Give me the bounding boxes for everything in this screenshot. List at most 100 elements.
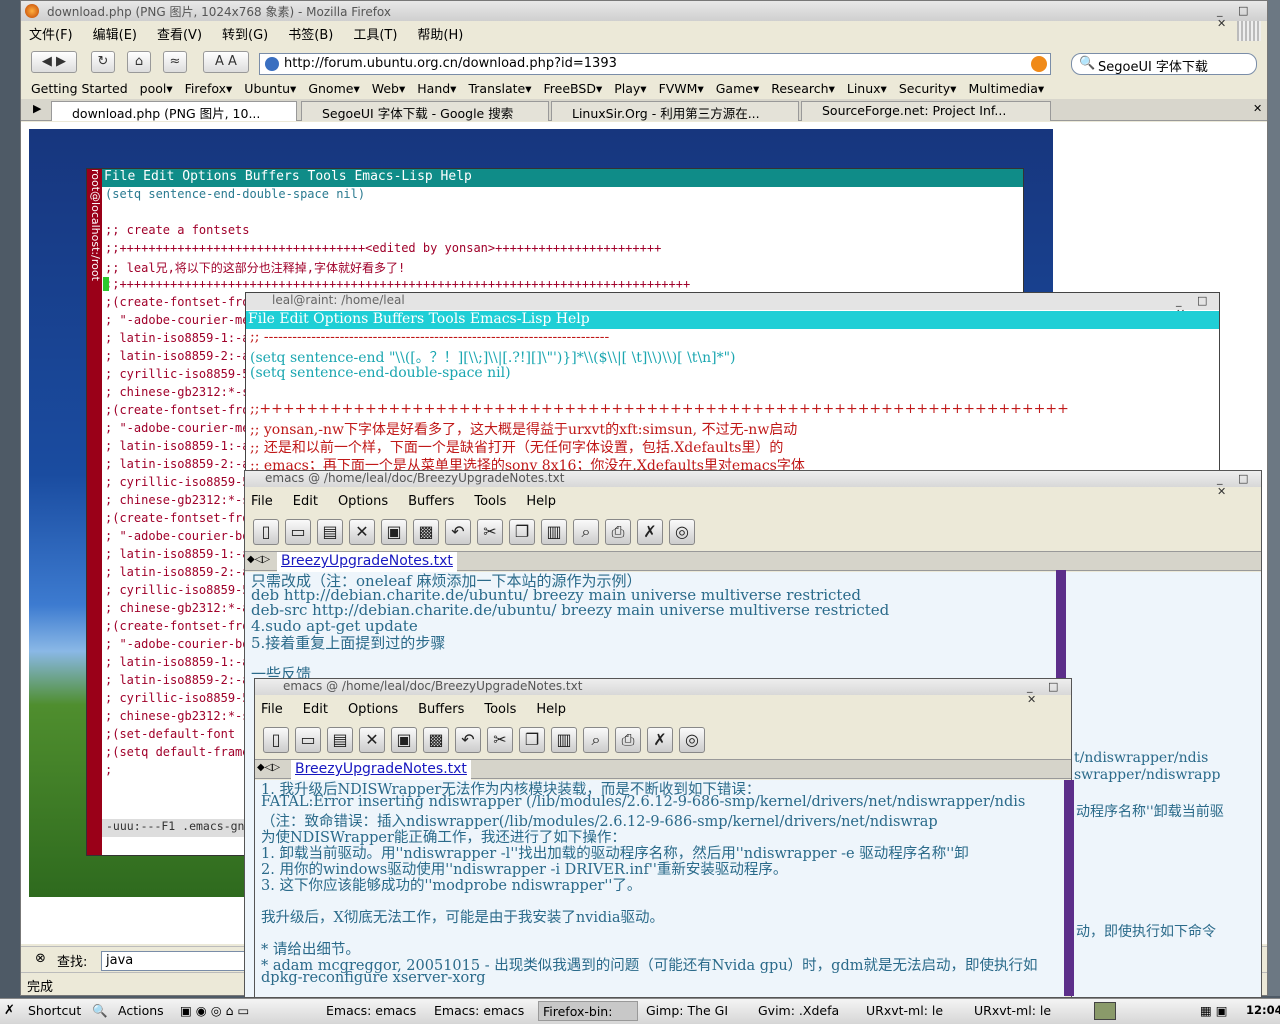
cut-icon[interactable]: ✂: [477, 519, 503, 545]
search-icon[interactable]: 🔍: [92, 1003, 108, 1019]
menu-options[interactable]: Options: [338, 494, 388, 513]
menu-buffers[interactable]: Buffers: [408, 494, 454, 513]
launcher-icons[interactable]: ▣◉◎⌂▭: [180, 1003, 253, 1018]
emacs-menu-bar[interactable]: File Edit Options Buffers Tools Emacs-Li…: [102, 169, 1023, 187]
window-controls[interactable]: _ □ ✕: [1217, 472, 1261, 498]
pager-icon[interactable]: [1094, 1002, 1116, 1020]
reload-icon[interactable]: ↻: [91, 51, 115, 73]
menu-help[interactable]: 帮助(H): [417, 24, 463, 45]
rss-icon[interactable]: ≈: [163, 51, 187, 73]
open-folder-icon[interactable]: ▭: [285, 519, 311, 545]
paste-icon[interactable]: ▥: [551, 727, 577, 753]
tab-nav-icon[interactable]: ◆◁▷: [257, 762, 280, 773]
bookmark-item[interactable]: pool▾: [140, 81, 173, 99]
text-size-buttons[interactable]: A A: [203, 51, 249, 73]
menu-buffers[interactable]: Buffers: [418, 702, 464, 721]
task-emacs-2[interactable]: Emacs: emacs: [430, 1001, 534, 1021]
task-gimp[interactable]: Gimp: The GI: [642, 1001, 746, 1021]
save-as-icon[interactable]: ▩: [423, 727, 449, 753]
print-icon[interactable]: ⎙: [605, 519, 631, 545]
bookmark-item[interactable]: FVWM▾: [659, 81, 704, 99]
bookmark-item[interactable]: Hand▾: [417, 81, 456, 99]
open-folder-icon[interactable]: ▭: [295, 727, 321, 753]
actions-menu[interactable]: Actions: [118, 1003, 164, 1018]
dired-icon[interactable]: ▤: [317, 519, 343, 545]
bookmark-item[interactable]: Play▾: [614, 81, 646, 99]
bookmark-item[interactable]: FreeBSD▾: [544, 81, 603, 99]
bookmark-item[interactable]: Getting Started: [31, 81, 128, 99]
go-icon[interactable]: [1031, 56, 1047, 72]
menu-tools[interactable]: 工具(T): [353, 24, 397, 45]
tab-google[interactable]: SegoeUI 字体下载 - Google 搜索: [301, 101, 549, 121]
menu-help[interactable]: Help: [536, 702, 566, 721]
search-icon[interactable]: ⌕: [583, 727, 609, 753]
new-file-icon[interactable]: ▯: [263, 727, 289, 753]
shortcut-icon[interactable]: ✗: [4, 1003, 15, 1018]
buffer-tab[interactable]: BreezyUpgradeNotes.txt: [291, 760, 471, 780]
close-find-icon[interactable]: ⊗: [35, 951, 46, 966]
tab-download[interactable]: download.php (PNG 图片, 10...: [51, 101, 297, 121]
undo-icon[interactable]: ↶: [455, 727, 481, 753]
menu-edit[interactable]: Edit: [293, 494, 318, 513]
save-as-icon[interactable]: ▩: [413, 519, 439, 545]
menu-tools[interactable]: Tools: [484, 702, 516, 721]
bookmark-item[interactable]: Firefox▾: [185, 81, 233, 99]
task-urxvt-1[interactable]: URxvt-ml: le: [862, 1001, 966, 1021]
tab-nav-icon[interactable]: ◆◁▷: [247, 554, 270, 565]
bookmark-item[interactable]: Ubuntu▾: [244, 81, 296, 99]
task-firefox[interactable]: Firefox-bin:: [538, 1001, 638, 1021]
customize-icon[interactable]: ✗: [647, 727, 673, 753]
print-icon[interactable]: ⎙: [615, 727, 641, 753]
help-icon[interactable]: ◎: [679, 727, 705, 753]
search-icon[interactable]: ⌕: [573, 519, 599, 545]
undo-icon[interactable]: ↶: [445, 519, 471, 545]
menu-file[interactable]: 文件(F): [29, 24, 73, 45]
bookmark-item[interactable]: Research▾: [771, 81, 835, 99]
help-icon[interactable]: ◎: [669, 519, 695, 545]
task-gvim[interactable]: Gvim: .Xdefa: [754, 1001, 858, 1021]
bookmark-item[interactable]: Linux▾: [847, 81, 887, 99]
bookmark-item[interactable]: Game▾: [716, 81, 760, 99]
kill-buffer-icon[interactable]: ✕: [359, 727, 385, 753]
tab-linuxsir[interactable]: LinuxSir.Org - 利用第三方源在...: [551, 101, 799, 121]
menu-file[interactable]: File: [251, 494, 273, 513]
menu-tools[interactable]: Tools: [474, 494, 506, 513]
menu-bookmarks[interactable]: 书签(B): [288, 24, 333, 45]
search-input[interactable]: SegoeUI 字体下载: [1071, 53, 1257, 75]
shortcut-menu[interactable]: Shortcut: [28, 1003, 81, 1018]
find-input[interactable]: java: [101, 951, 251, 971]
save-icon[interactable]: ▣: [391, 727, 417, 753]
menu-go[interactable]: 转到(G): [222, 24, 268, 45]
bookmark-item[interactable]: Multimedia▾: [968, 81, 1044, 99]
window-controls[interactable]: _ □ ✕: [1027, 680, 1071, 706]
home-icon[interactable]: ⌂: [127, 51, 151, 73]
back-button[interactable]: ◀ ▶: [31, 51, 77, 73]
menu-edit[interactable]: Edit: [303, 702, 328, 721]
dired-icon[interactable]: ▤: [327, 727, 353, 753]
task-urxvt-2[interactable]: URxvt-ml: le: [970, 1001, 1074, 1021]
menu-view[interactable]: 查看(V): [157, 24, 202, 45]
menu-help[interactable]: Help: [526, 494, 556, 513]
save-icon[interactable]: ▣: [381, 519, 407, 545]
copy-icon[interactable]: ❐: [509, 519, 535, 545]
paste-icon[interactable]: ▥: [541, 519, 567, 545]
new-file-icon[interactable]: ▯: [253, 519, 279, 545]
tab-scroll-icon[interactable]: ▶: [33, 102, 41, 115]
buffer-tab[interactable]: BreezyUpgradeNotes.txt: [277, 552, 457, 572]
customize-icon[interactable]: ✗: [637, 519, 663, 545]
copy-icon[interactable]: ❐: [519, 727, 545, 753]
scrollbar[interactable]: [1064, 780, 1074, 996]
bookmark-item[interactable]: Security▾: [899, 81, 957, 99]
task-emacs-1[interactable]: Emacs: emacs: [322, 1001, 426, 1021]
tab-sourceforge[interactable]: SourceForge.net: Project Inf...: [801, 101, 1051, 121]
close-tab-icon[interactable]: ✕: [1253, 102, 1262, 115]
url-input[interactable]: http://forum.ubuntu.org.cn/download.php?…: [259, 53, 1051, 75]
menu-file[interactable]: File: [261, 702, 283, 721]
bookmark-item[interactable]: Translate▾: [468, 81, 531, 99]
emacs-menu-bar[interactable]: File Edit Options Buffers Tools Emacs-Li…: [246, 311, 1219, 329]
menu-edit[interactable]: 编辑(E): [93, 24, 137, 45]
cut-icon[interactable]: ✂: [487, 727, 513, 753]
menu-options[interactable]: Options: [348, 702, 398, 721]
bookmark-item[interactable]: Web▾: [372, 81, 406, 99]
bookmark-item[interactable]: Gnome▾: [308, 81, 359, 99]
